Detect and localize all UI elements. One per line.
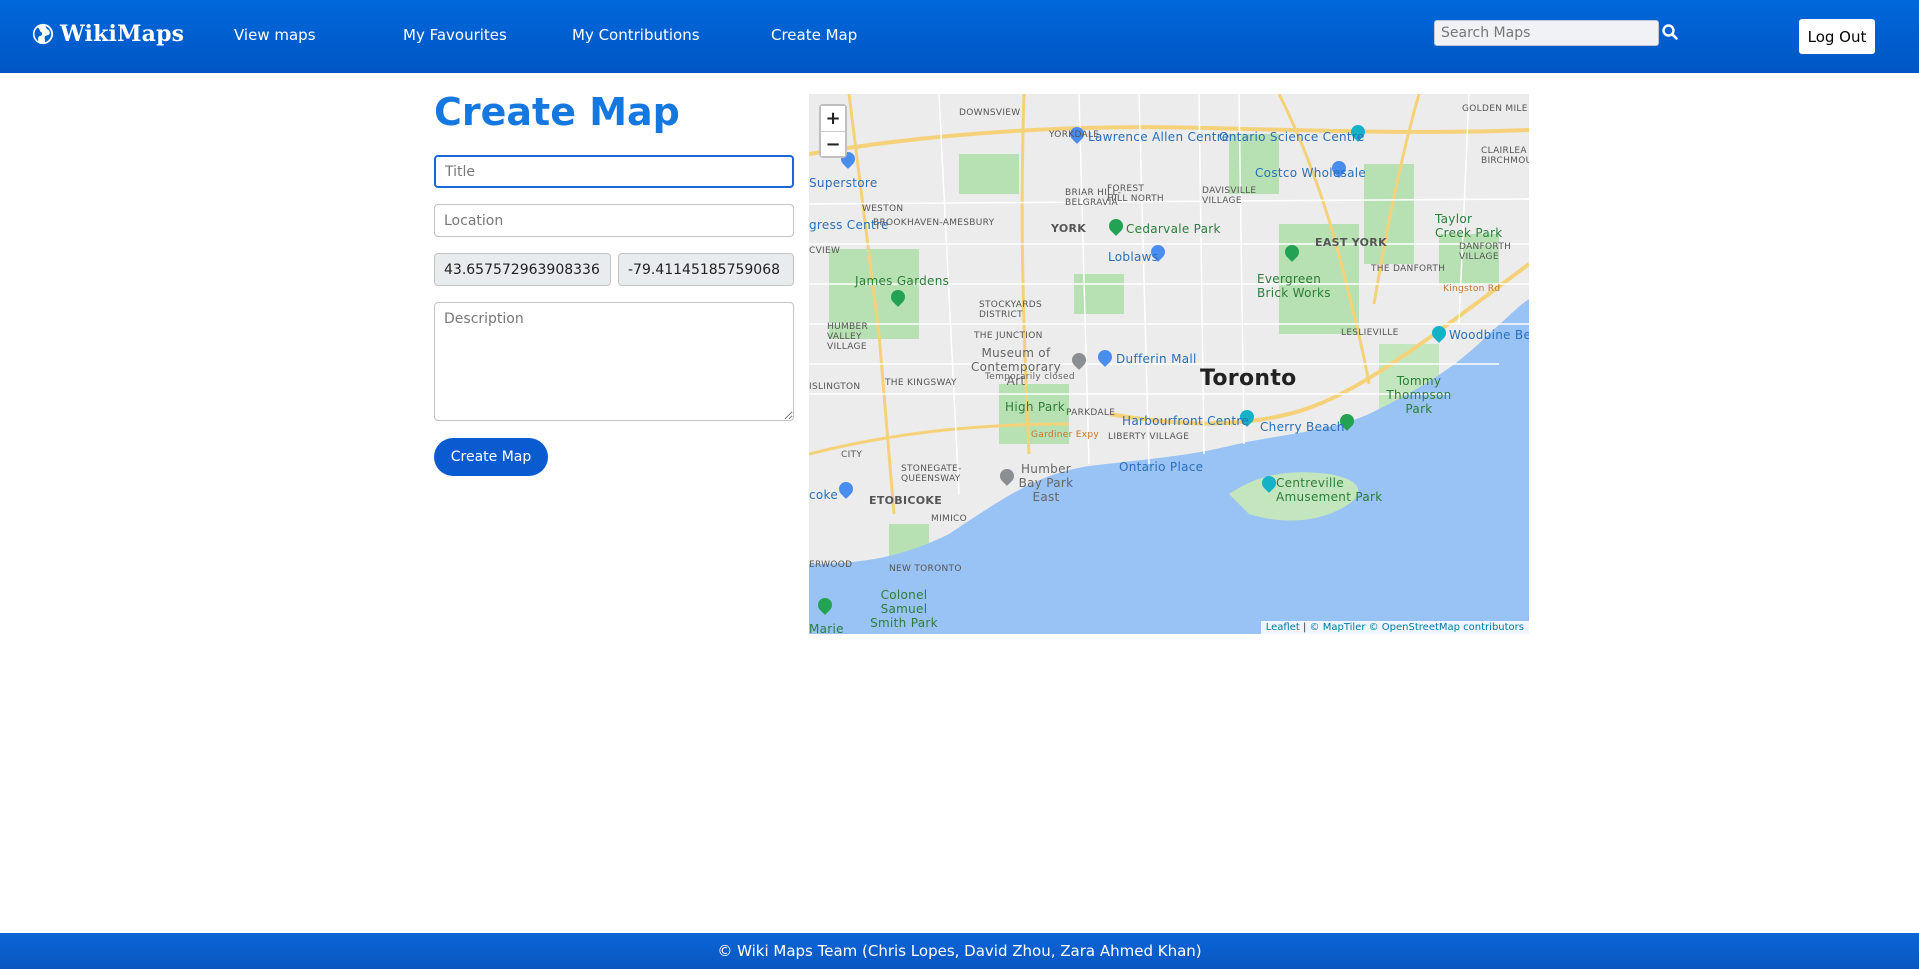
map-label: FOREST HILL NORTH bbox=[1107, 184, 1164, 204]
map-attribution: Leaflet | © MapTiler © OpenStreetMap con… bbox=[1260, 621, 1529, 634]
title-input[interactable] bbox=[434, 155, 794, 188]
page-title: Create Map bbox=[434, 90, 680, 134]
longitude-field[interactable] bbox=[618, 253, 794, 286]
map-label: Evergreen Brick Works bbox=[1257, 272, 1331, 300]
brand-logo[interactable]: WikiMaps bbox=[32, 21, 184, 47]
nav-view-maps[interactable]: View maps bbox=[234, 26, 316, 44]
map-label: Humber Bay Park East bbox=[1018, 462, 1074, 504]
map-label: Lawrence Allen Centre bbox=[1088, 130, 1230, 144]
map-label: Cedarvale Park bbox=[1126, 222, 1221, 236]
map-label: ERWOOD bbox=[809, 560, 853, 570]
map-label: THE DANFORTH bbox=[1371, 264, 1446, 274]
map-label: HUMBER VALLEY VILLAGE bbox=[827, 322, 869, 352]
map-label: STONEGATE-QUEENSWAY bbox=[901, 464, 962, 484]
map-label: MIMICO bbox=[931, 514, 968, 524]
map-label: Woodbine Bea bbox=[1449, 328, 1529, 342]
map-label: DOWNSVIEW bbox=[959, 108, 1021, 118]
zoom-in-button[interactable]: + bbox=[821, 106, 845, 131]
map-label: THE KINGSWAY bbox=[885, 378, 957, 388]
map-label: Harbourfront Centre bbox=[1122, 414, 1249, 428]
map-label: BROOKHAVEN-AMESBURY bbox=[873, 218, 995, 228]
map-label: LESLIEVILLE bbox=[1341, 328, 1399, 338]
footer: © Wiki Maps Team (Chris Lopes, David Zho… bbox=[0, 933, 1919, 969]
map-label: DAVISVILLE VILLAGE bbox=[1202, 186, 1257, 206]
footer-credits: © Wiki Maps Team (Chris Lopes, David Zho… bbox=[717, 942, 1202, 960]
brand-name: WikiMaps bbox=[60, 21, 185, 47]
map-label: ETOBICOKE bbox=[869, 494, 943, 507]
map-label: Superstore bbox=[809, 176, 878, 190]
description-input[interactable] bbox=[434, 302, 794, 421]
map-label: Tommy Thompson Park bbox=[1386, 374, 1452, 416]
map-label: Cherry Beach bbox=[1260, 420, 1345, 434]
map-label: gress Centre bbox=[809, 218, 889, 232]
map-label: CLAIRLEA BIRCHMOUNT bbox=[1481, 146, 1529, 166]
map-label: coke bbox=[809, 488, 839, 502]
nav-my-contributions[interactable]: My Contributions bbox=[572, 26, 700, 44]
map-label: EAST YORK bbox=[1315, 236, 1387, 249]
map-view[interactable]: DOWNSVIEW YORKDALE Lawrence Allen Centre… bbox=[809, 94, 1529, 634]
location-input[interactable] bbox=[434, 204, 794, 237]
map-label: Temporarily closed bbox=[985, 372, 1075, 382]
zoom-control: + − bbox=[819, 104, 847, 158]
map-label: James Gardens bbox=[855, 274, 950, 288]
globe-icon bbox=[32, 23, 54, 45]
search-input[interactable] bbox=[1434, 20, 1659, 46]
nav-create-map[interactable]: Create Map bbox=[771, 26, 857, 44]
map-label: Ontario Place bbox=[1119, 460, 1204, 474]
map-label: DANFORTH VILLAGE bbox=[1459, 242, 1512, 262]
map-label: Costco Wholesale bbox=[1255, 166, 1367, 180]
map-label: Gardiner Expy bbox=[1031, 430, 1099, 440]
map-label: High Park bbox=[1005, 400, 1066, 414]
leaflet-link[interactable]: Leaflet bbox=[1266, 622, 1300, 633]
map-label: Kingston Rd bbox=[1443, 284, 1501, 294]
attribution-separator: | bbox=[1299, 622, 1310, 633]
map-label: Loblaws bbox=[1108, 250, 1159, 264]
map-label: Colonel Samuel Smith Park bbox=[870, 588, 938, 630]
map-label: YORK bbox=[1051, 222, 1087, 235]
top-navbar: WikiMaps View maps My Favourites My Cont… bbox=[0, 0, 1919, 73]
map-label: PARKDALE bbox=[1066, 408, 1116, 418]
map-label: Centreville Amusement Park bbox=[1276, 476, 1383, 504]
zoom-out-button[interactable]: − bbox=[821, 131, 845, 156]
nav-my-favourites[interactable]: My Favourites bbox=[403, 26, 507, 44]
map-label: CITY bbox=[841, 450, 863, 460]
map-label: LIBERTY VILLAGE bbox=[1108, 432, 1190, 442]
map-label: CVIEW bbox=[809, 246, 841, 256]
search-icon[interactable] bbox=[1661, 23, 1679, 41]
map-label: GOLDEN MILE bbox=[1462, 104, 1528, 114]
map-label: NEW TORONTO bbox=[889, 564, 962, 574]
map-label: Ontario Science Centre bbox=[1219, 130, 1365, 144]
latitude-field[interactable] bbox=[434, 253, 611, 286]
create-map-button[interactable]: Create Map bbox=[434, 438, 548, 476]
map-label: THE JUNCTION bbox=[974, 331, 1043, 341]
map-label: ISLINGTON bbox=[809, 382, 861, 392]
map-label-city: Toronto bbox=[1200, 366, 1297, 391]
map-label: Dufferin Mall bbox=[1116, 352, 1197, 366]
map-label: STOCKYARDS DISTRICT bbox=[979, 300, 1043, 320]
map-label: Taylor Creek Park bbox=[1435, 212, 1503, 240]
logout-button[interactable]: Log Out bbox=[1799, 19, 1875, 54]
map-label: Marie bbox=[809, 622, 844, 634]
attribution-credits[interactable]: © MapTiler © OpenStreetMap contributors bbox=[1310, 622, 1524, 633]
map-label: WESTON bbox=[862, 204, 904, 214]
